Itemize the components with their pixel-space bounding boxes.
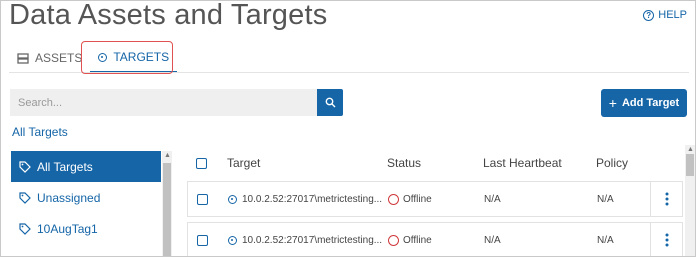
page-title: Data Assets and Targets xyxy=(9,0,328,31)
sidebar-item-all-targets[interactable]: All Targets xyxy=(11,151,161,182)
table-row[interactable]: 10.0.2.52:27017\metrictesting... Offline… xyxy=(187,181,683,217)
kebab-menu-icon xyxy=(665,233,668,247)
target-icon xyxy=(98,52,108,62)
add-target-label: Add Target xyxy=(621,97,680,109)
tab-assets-label: ASSETS xyxy=(35,51,83,65)
search-input[interactable] xyxy=(10,89,317,116)
tab-bar: ASSETS TARGETS xyxy=(9,43,178,73)
sidebar-item-label: All Targets xyxy=(37,159,93,174)
scroll-up-icon[interactable]: ▲ xyxy=(687,146,694,153)
table-scrollbar[interactable]: ▲ xyxy=(685,145,695,256)
sidebar-item-10augtag1[interactable]: 10AugTag1 xyxy=(11,213,161,244)
policy-cell: N/A xyxy=(597,234,614,246)
tag-icon xyxy=(19,191,31,204)
tag-icon xyxy=(19,160,31,173)
tab-targets[interactable]: TARGETS xyxy=(90,43,178,73)
search-icon xyxy=(325,97,335,108)
target-icon xyxy=(228,235,237,245)
search-bar xyxy=(10,89,343,116)
offline-status-icon xyxy=(388,193,399,205)
sidebar-item-label: 10AugTag1 xyxy=(37,221,98,236)
sidebar-scroll-thumb[interactable] xyxy=(163,163,171,256)
tab-divider xyxy=(9,72,689,73)
row-actions-button[interactable] xyxy=(650,223,682,256)
table-row[interactable]: 10.0.2.52:27017\metrictesting... Offline… xyxy=(187,222,683,256)
column-header-last-heartbeat[interactable]: Last Heartbeat xyxy=(483,156,562,170)
table-scroll-thumb[interactable] xyxy=(686,154,694,176)
sidebar-item-unassigned[interactable]: Unassigned xyxy=(11,182,161,213)
status-text: Offline xyxy=(403,234,432,246)
last-heartbeat-cell: N/A xyxy=(484,193,501,205)
status-text: Offline xyxy=(403,193,432,205)
search-button[interactable] xyxy=(317,89,343,116)
add-target-button[interactable]: + Add Target xyxy=(601,89,687,117)
column-header-status[interactable]: Status xyxy=(387,156,421,170)
kebab-menu-icon xyxy=(665,192,668,206)
offline-status-icon xyxy=(388,234,399,246)
target-cell[interactable]: 10.0.2.52:27017\metrictesting... xyxy=(228,194,382,205)
help-link[interactable]: ? HELP xyxy=(643,9,687,21)
policy-cell: N/A xyxy=(597,193,614,205)
plus-icon: + xyxy=(608,95,617,111)
sidebar-item-label: Unassigned xyxy=(37,190,101,205)
tab-assets[interactable]: ASSETS xyxy=(9,43,90,73)
column-header-policy[interactable]: Policy xyxy=(596,156,628,170)
tab-targets-label: TARGETS xyxy=(113,50,170,64)
scroll-up-icon[interactable]: ▲ xyxy=(164,152,171,159)
last-heartbeat-cell: N/A xyxy=(484,234,501,246)
tag-sidebar: All Targets Unassigned 10AugTag1 xyxy=(11,151,161,256)
target-name: 10.0.2.52:27017\metrictesting... xyxy=(242,193,383,205)
select-all-checkbox[interactable] xyxy=(196,157,207,169)
target-name: 10.0.2.52:27017\metrictesting... xyxy=(242,234,383,246)
row-checkbox[interactable] xyxy=(197,193,208,205)
target-cell[interactable]: 10.0.2.52:27017\metrictesting... xyxy=(228,235,382,246)
targets-table: Target Status Last Heartbeat Policy 10.0… xyxy=(187,145,683,256)
help-circle-icon: ? xyxy=(643,9,655,21)
table-header: Target Status Last Heartbeat Policy xyxy=(187,145,683,181)
tag-icon xyxy=(19,222,31,235)
column-header-target[interactable]: Target xyxy=(227,156,260,170)
breadcrumb[interactable]: All Targets xyxy=(12,125,68,139)
help-label: HELP xyxy=(658,9,687,21)
server-icon xyxy=(17,52,29,64)
status-cell: Offline xyxy=(388,193,432,205)
app-window: Data Assets and Targets ? HELP ASSETS TA… xyxy=(0,0,696,257)
target-icon xyxy=(228,194,237,204)
row-actions-button[interactable] xyxy=(650,182,682,216)
sidebar-scrollbar[interactable]: ▲ xyxy=(162,151,172,256)
status-cell: Offline xyxy=(388,234,432,246)
row-checkbox[interactable] xyxy=(197,234,208,246)
